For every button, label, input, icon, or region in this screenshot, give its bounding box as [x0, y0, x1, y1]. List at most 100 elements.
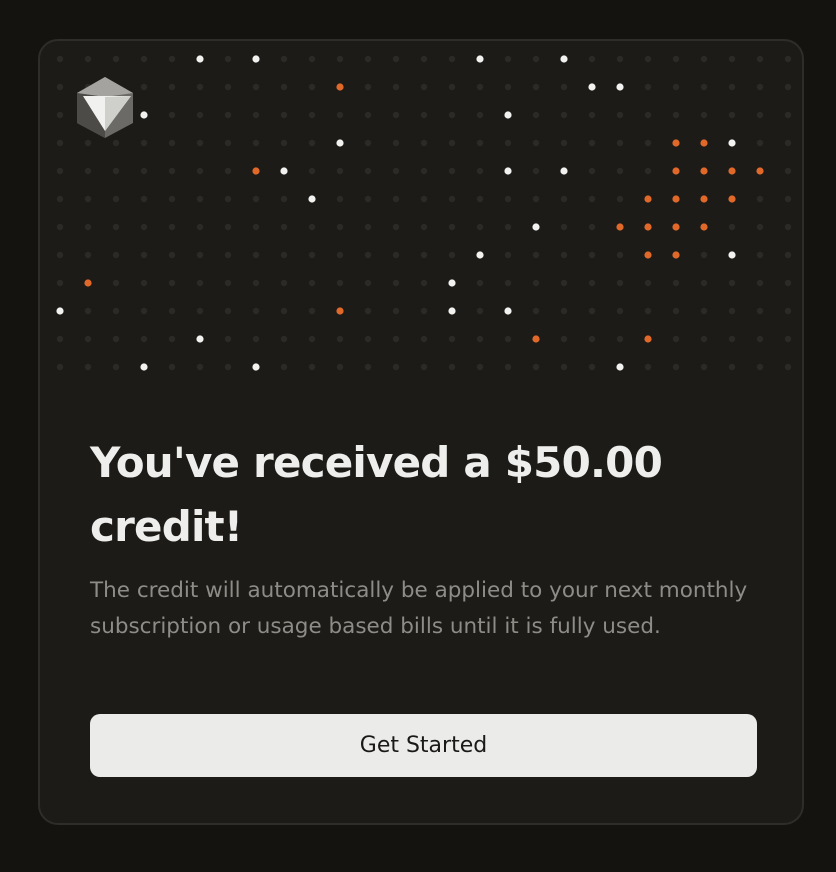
grid-dot: [392, 167, 400, 175]
grid-dot: [784, 195, 792, 203]
grid-dot: [700, 111, 708, 119]
grid-dot: [56, 83, 64, 91]
grid-dot: [168, 279, 176, 287]
grid-dot: [392, 335, 400, 343]
grid-dot: [56, 139, 64, 147]
grid-dot: [588, 139, 596, 147]
grid-dot: [420, 335, 428, 343]
grid-dot: [672, 83, 680, 91]
grid-dot: [588, 251, 596, 259]
grid-dot: [644, 307, 652, 315]
grid-dot: [308, 167, 316, 175]
grid-dot-white: [56, 307, 64, 315]
grid-dot-orange: [644, 195, 652, 203]
grid-dot: [644, 279, 652, 287]
grid-dot: [560, 195, 568, 203]
get-started-button[interactable]: Get Started: [90, 714, 757, 777]
grid-dot: [504, 279, 512, 287]
grid-dot: [56, 335, 64, 343]
grid-dot-orange: [644, 335, 652, 343]
grid-dot: [420, 279, 428, 287]
grid-dot: [532, 83, 540, 91]
grid-dot-orange: [84, 279, 92, 287]
grid-dot: [616, 195, 624, 203]
grid-dot: [196, 83, 204, 91]
grid-dot: [364, 195, 372, 203]
grid-dot: [672, 335, 680, 343]
grid-dot: [784, 307, 792, 315]
grid-dot: [56, 111, 64, 119]
grid-dot: [168, 223, 176, 231]
grid-dot: [168, 139, 176, 147]
grid-dot: [168, 167, 176, 175]
grid-dot: [252, 195, 260, 203]
grid-dot: [448, 139, 456, 147]
grid-dot: [672, 111, 680, 119]
grid-dot-white: [280, 167, 288, 175]
grid-dot: [168, 111, 176, 119]
grid-dot: [224, 335, 232, 343]
grid-dot-white: [476, 55, 484, 63]
grid-dot: [784, 363, 792, 371]
grid-dot: [644, 111, 652, 119]
grid-dot: [560, 307, 568, 315]
grid-dot: [336, 223, 344, 231]
grid-dot: [252, 223, 260, 231]
grid-dot: [784, 279, 792, 287]
grid-dot: [280, 363, 288, 371]
grid-dot: [756, 307, 764, 315]
grid-dot: [448, 83, 456, 91]
grid-dot: [504, 335, 512, 343]
grid-dot-white: [252, 363, 260, 371]
grid-dot: [364, 251, 372, 259]
grid-dot: [140, 55, 148, 63]
grid-dot: [616, 307, 624, 315]
grid-dot: [224, 251, 232, 259]
grid-dot: [112, 307, 120, 315]
grid-dot: [84, 195, 92, 203]
grid-dot: [112, 335, 120, 343]
grid-dot: [84, 307, 92, 315]
grid-dot: [532, 279, 540, 287]
grid-dot-orange: [644, 223, 652, 231]
grid-dot: [420, 251, 428, 259]
grid-dot: [364, 223, 372, 231]
grid-dot: [364, 335, 372, 343]
grid-dot: [280, 83, 288, 91]
grid-dot: [420, 307, 428, 315]
grid-dot: [224, 363, 232, 371]
grid-dot: [700, 335, 708, 343]
credit-title: You've received a $50.00 credit!: [90, 438, 663, 551]
grid-dot: [196, 111, 204, 119]
grid-dot: [560, 223, 568, 231]
grid-dot: [476, 195, 484, 203]
grid-dot: [728, 307, 736, 315]
grid-dot: [420, 139, 428, 147]
grid-dot: [56, 55, 64, 63]
grid-dot: [364, 139, 372, 147]
grid-dot: [140, 251, 148, 259]
grid-dot: [756, 55, 764, 63]
grid-dot: [280, 111, 288, 119]
grid-dot: [168, 335, 176, 343]
grid-dot: [560, 251, 568, 259]
grid-dot: [196, 195, 204, 203]
grid-dot: [252, 307, 260, 315]
grid-dot: [56, 195, 64, 203]
grid-dot: [392, 83, 400, 91]
grid-dot: [420, 223, 428, 231]
grid-dot-white: [616, 83, 624, 91]
grid-dot: [700, 279, 708, 287]
grid-dot: [84, 335, 92, 343]
grid-dot: [560, 279, 568, 287]
grid-dot: [336, 279, 344, 287]
grid-dot-orange: [700, 223, 708, 231]
grid-dot: [364, 83, 372, 91]
grid-dot-orange: [616, 223, 624, 231]
grid-dot: [364, 307, 372, 315]
grid-dot-orange: [728, 195, 736, 203]
grid-dot: [588, 279, 596, 287]
grid-dot: [616, 139, 624, 147]
grid-dot: [84, 251, 92, 259]
grid-dot-white: [140, 363, 148, 371]
